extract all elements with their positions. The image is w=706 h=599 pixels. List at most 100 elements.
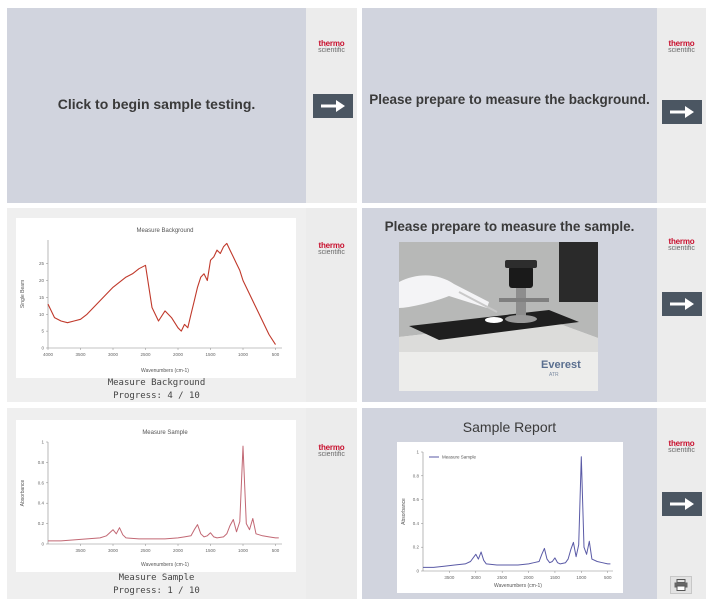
x-tick-label: 3500 (444, 575, 455, 580)
y-tick-label: 0.8 (413, 473, 420, 478)
y-axis-label: Single Beam (20, 280, 26, 308)
report-chart: 3500 3000 2500 2000 1500 1000 500 0 0.2 0.4 0.6 0.8… (397, 442, 623, 593)
arrow-right-icon (670, 106, 694, 118)
x-tick-label: 2000 (173, 352, 184, 357)
report-title: Sample Report (462, 419, 557, 435)
y-axis-label: Absorbance (401, 498, 407, 525)
next-button[interactable] (313, 94, 353, 118)
measure-label: Measure Background (107, 378, 206, 388)
main-area[interactable]: Click to begin sample testing. (7, 8, 306, 203)
x-axis-label: Wavenumbers (cm-1) (141, 562, 189, 568)
y-tick-label: 1 (41, 440, 44, 445)
x-tick-label: 500 (604, 575, 612, 580)
series-line (47, 242, 276, 345)
chart-title: Measure Sample (142, 430, 188, 436)
x-axis-label: Wavenumbers (cm-1) (141, 368, 189, 374)
device-brand-label: Everest (541, 359, 581, 371)
panel-sample-prompt: Please prepare to measure the sample. Ev… (362, 208, 706, 402)
printer-icon (674, 579, 688, 591)
arrow-right-icon (670, 498, 694, 510)
y-tick-label: 15 (39, 295, 45, 300)
y-tick-label: 0 (416, 569, 419, 574)
print-button[interactable] (670, 576, 692, 594)
sample-chart-svg: Measure Sample 3500 3000 2500 2000 1500 1000 50… (20, 430, 282, 568)
thermo-scientific-logo: thermo scientific (318, 443, 345, 459)
y-tick-label: 0.4 (413, 521, 420, 526)
x-tick-label: 2500 (140, 352, 151, 357)
side-bar: thermo scientific (306, 408, 357, 599)
next-button[interactable] (662, 292, 702, 316)
main-area: Sample Report 3500 3000 2500 2000 1500 1000 50… (362, 408, 657, 599)
side-bar: thermo scientific (657, 208, 706, 402)
background-prompt: Please prepare to measure the background… (369, 92, 650, 107)
side-bar: thermo scientific (657, 408, 706, 599)
series-line (423, 456, 611, 568)
x-tick-label: 2500 (497, 575, 508, 580)
y-axis-label: Absorbance (20, 479, 26, 506)
side-bar: thermo scientific (306, 208, 357, 402)
y-tick-label: 0.4 (38, 501, 45, 506)
x-tick-label: 1500 (550, 575, 561, 580)
next-button[interactable] (662, 492, 702, 516)
x-tick-label: 2000 (173, 548, 184, 553)
y-tick-label: 0.2 (38, 521, 45, 526)
x-tick-label: 2500 (140, 548, 151, 553)
thermo-scientific-logo: thermo scientific (668, 439, 695, 455)
x-tick-label: 3500 (75, 352, 86, 357)
x-tick-label: 3500 (75, 548, 86, 553)
x-tick-label: 1500 (205, 548, 216, 553)
side-bar: thermo scientific (657, 8, 706, 203)
side-bar: thermo scientific (306, 8, 357, 203)
panel-measure-sample: Measure Sample 3500 3000 2500 2000 1500 1000 50… (7, 408, 357, 599)
start-prompt[interactable]: Click to begin sample testing. (7, 96, 306, 112)
next-button[interactable] (662, 100, 702, 124)
sample-chart: Measure Sample 3500 3000 2500 2000 1500 1000 50… (16, 420, 296, 572)
y-tick-label: 25 (39, 261, 45, 266)
thermo-scientific-logo: thermo scientific (318, 241, 345, 257)
y-tick-label: 0.2 (413, 545, 420, 550)
x-tick-label: 500 (272, 352, 280, 357)
measure-label: Measure Sample (118, 573, 195, 583)
arrow-right-icon (670, 298, 694, 310)
main-area: Please prepare to measure the sample. Ev… (362, 208, 657, 402)
arrow-right-icon (321, 100, 345, 112)
background-chart: Measure Background 4000 3500 3000 2500 2000 15… (16, 218, 296, 378)
y-tick-label: 0.6 (413, 497, 420, 502)
panel-start: Click to begin sample testing. thermo sci… (7, 8, 357, 203)
thermo-scientific-logo: thermo scientific (668, 39, 695, 55)
y-tick-label: 0 (41, 542, 44, 547)
y-tick-label: 0.6 (38, 480, 45, 485)
x-tick-label: 3000 (108, 548, 119, 553)
y-tick-label: 20 (39, 278, 45, 283)
x-tick-label: 1000 (238, 548, 249, 553)
x-axis-label: Wavenumbers (cm-1) (494, 583, 542, 589)
main-area: Measure Background 4000 3500 3000 2500 2000 15… (7, 208, 306, 402)
y-tick-label: 0.8 (38, 460, 45, 465)
thermo-scientific-logo: thermo scientific (318, 39, 345, 55)
x-tick-label: 3000 (471, 575, 482, 580)
chart-title: Measure Background (136, 228, 193, 234)
thermo-scientific-logo: thermo scientific (668, 237, 695, 253)
progress-text: Progress: 4 / 10 (113, 391, 200, 401)
panel-measure-background: Measure Background 4000 3500 3000 2500 2000 15… (7, 208, 357, 402)
legend-label: Measure Sample (442, 455, 477, 460)
panel-sample-report: Sample Report 3500 3000 2500 2000 1500 1000 50… (362, 408, 706, 599)
x-tick-label: 4000 (43, 352, 54, 357)
y-tick-label: 1 (416, 450, 419, 455)
x-tick-label: 500 (272, 548, 280, 553)
x-tick-label: 1000 (576, 575, 587, 580)
x-tick-label: 1000 (238, 352, 249, 357)
main-area: Please prepare to measure the background… (362, 8, 657, 203)
report-chart-svg: 3500 3000 2500 2000 1500 1000 500 0 0.2 0.4 0.6 0.8… (401, 450, 613, 589)
measure-caption: Measure Sample Progress: 1 / 10 (7, 572, 306, 598)
panel-background-prompt: Please prepare to measure the background… (362, 8, 706, 203)
main-area: Measure Sample 3500 3000 2500 2000 1500 1000 50… (7, 408, 306, 599)
measure-caption: Measure Background Progress: 4 / 10 (7, 377, 306, 402)
y-tick-label: 0 (41, 346, 44, 351)
x-tick-label: 1500 (205, 352, 216, 357)
background-chart-svg: Measure Background 4000 3500 3000 2500 2000 15… (20, 228, 282, 374)
sample-prompt: Please prepare to measure the sample. (384, 219, 635, 234)
device-sublabel: ATR (549, 372, 559, 378)
x-tick-label: 2000 (524, 575, 535, 580)
progress-text: Progress: 1 / 10 (113, 586, 200, 596)
